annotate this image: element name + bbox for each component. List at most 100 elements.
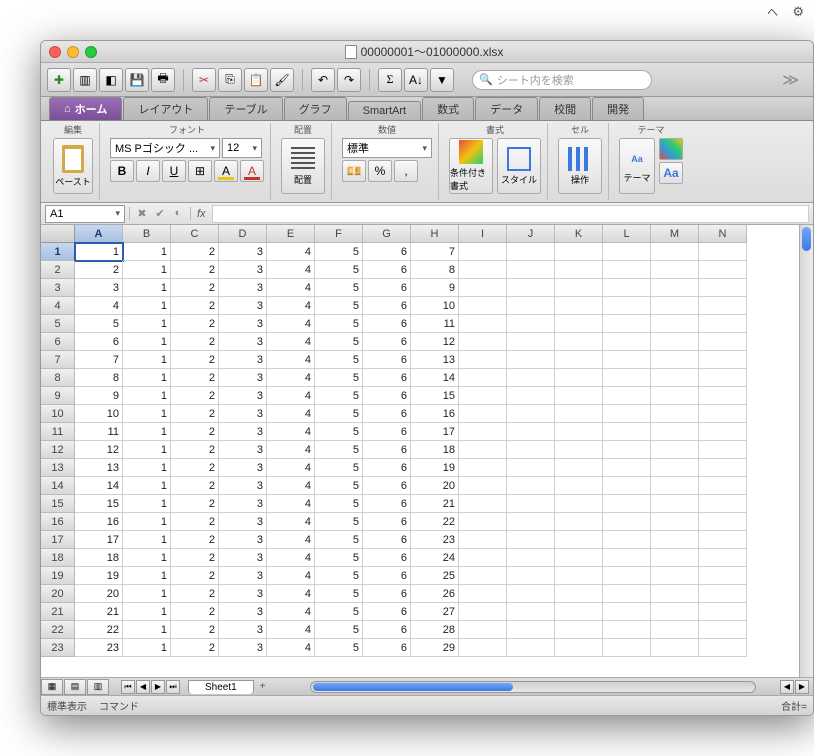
cell-F13[interactable]: 5 (315, 459, 363, 477)
row-header-3[interactable]: 3 (41, 279, 75, 297)
cell-K5[interactable] (555, 315, 603, 333)
cell-J9[interactable] (507, 387, 555, 405)
cell-K7[interactable] (555, 351, 603, 369)
cell-L9[interactable] (603, 387, 651, 405)
cell-H5[interactable]: 11 (411, 315, 459, 333)
cell-L21[interactable] (603, 603, 651, 621)
cell-D8[interactable]: 3 (219, 369, 267, 387)
row-header-17[interactable]: 17 (41, 531, 75, 549)
cell-C3[interactable]: 2 (171, 279, 219, 297)
cell-E17[interactable]: 4 (267, 531, 315, 549)
cell-G11[interactable]: 6 (363, 423, 411, 441)
cell-I5[interactable] (459, 315, 507, 333)
cell-I18[interactable] (459, 549, 507, 567)
cell-M23[interactable] (651, 639, 699, 657)
paste-button[interactable]: 📋 (244, 68, 268, 92)
cell-M5[interactable] (651, 315, 699, 333)
cell-N10[interactable] (699, 405, 747, 423)
cell-D16[interactable]: 3 (219, 513, 267, 531)
horizontal-scrollbar[interactable] (310, 681, 756, 693)
cell-J21[interactable] (507, 603, 555, 621)
cell-G4[interactable]: 6 (363, 297, 411, 315)
cell-I22[interactable] (459, 621, 507, 639)
cell-I14[interactable] (459, 477, 507, 495)
cell-F2[interactable]: 5 (315, 261, 363, 279)
paste-big-button[interactable]: ペースト (53, 138, 93, 194)
cell-K14[interactable] (555, 477, 603, 495)
cell-A9[interactable]: 9 (75, 387, 123, 405)
cell-D5[interactable]: 3 (219, 315, 267, 333)
tab-home[interactable]: ⌂ ホーム (49, 97, 122, 120)
cell-A1[interactable]: 1 (75, 243, 123, 261)
cell-G13[interactable]: 6 (363, 459, 411, 477)
row-header-23[interactable]: 23 (41, 639, 75, 657)
fill-color-button[interactable]: А (214, 160, 238, 182)
column-header-I[interactable]: I (459, 225, 507, 243)
cell-M22[interactable] (651, 621, 699, 639)
cell-J16[interactable] (507, 513, 555, 531)
cell-J22[interactable] (507, 621, 555, 639)
cell-A5[interactable]: 5 (75, 315, 123, 333)
cell-M2[interactable] (651, 261, 699, 279)
cell-A14[interactable]: 14 (75, 477, 123, 495)
cell-F9[interactable]: 5 (315, 387, 363, 405)
cell-D20[interactable]: 3 (219, 585, 267, 603)
cell-K6[interactable] (555, 333, 603, 351)
column-header-G[interactable]: G (363, 225, 411, 243)
cell-J23[interactable] (507, 639, 555, 657)
cell-I16[interactable] (459, 513, 507, 531)
filter-button[interactable]: ▼ (430, 68, 454, 92)
cell-F21[interactable]: 5 (315, 603, 363, 621)
cell-B13[interactable]: 1 (123, 459, 171, 477)
cell-B7[interactable]: 1 (123, 351, 171, 369)
cell-D6[interactable]: 3 (219, 333, 267, 351)
cell-M8[interactable] (651, 369, 699, 387)
cell-E5[interactable]: 4 (267, 315, 315, 333)
cell-E18[interactable]: 4 (267, 549, 315, 567)
bold-button[interactable]: B (110, 160, 134, 182)
cell-G9[interactable]: 6 (363, 387, 411, 405)
cell-H4[interactable]: 10 (411, 297, 459, 315)
cell-I20[interactable] (459, 585, 507, 603)
cell-C14[interactable]: 2 (171, 477, 219, 495)
cell-G2[interactable]: 6 (363, 261, 411, 279)
cell-N18[interactable] (699, 549, 747, 567)
toolbar-overflow-icon[interactable]: ≫ (782, 70, 807, 90)
cell-B8[interactable]: 1 (123, 369, 171, 387)
cell-N19[interactable] (699, 567, 747, 585)
italic-button[interactable]: I (136, 160, 160, 182)
cell-L12[interactable] (603, 441, 651, 459)
cell-D13[interactable]: 3 (219, 459, 267, 477)
cell-A8[interactable]: 8 (75, 369, 123, 387)
cell-L22[interactable] (603, 621, 651, 639)
font-color-button[interactable]: A (240, 160, 264, 182)
cell-G5[interactable]: 6 (363, 315, 411, 333)
styles-button[interactable]: スタイル (497, 138, 541, 194)
cell-J2[interactable] (507, 261, 555, 279)
cell-N16[interactable] (699, 513, 747, 531)
cell-H20[interactable]: 26 (411, 585, 459, 603)
cell-D11[interactable]: 3 (219, 423, 267, 441)
cell-M4[interactable] (651, 297, 699, 315)
conditional-format-button[interactable]: 条件付き書式 (449, 138, 493, 194)
cell-D17[interactable]: 3 (219, 531, 267, 549)
cell-E19[interactable]: 4 (267, 567, 315, 585)
cell-L6[interactable] (603, 333, 651, 351)
row-header-15[interactable]: 15 (41, 495, 75, 513)
minimize-window-button[interactable] (67, 46, 79, 58)
cell-M1[interactable] (651, 243, 699, 261)
cell-C17[interactable]: 2 (171, 531, 219, 549)
cell-E3[interactable]: 4 (267, 279, 315, 297)
row-header-5[interactable]: 5 (41, 315, 75, 333)
cell-G15[interactable]: 6 (363, 495, 411, 513)
cell-L5[interactable] (603, 315, 651, 333)
cell-I6[interactable] (459, 333, 507, 351)
cell-M20[interactable] (651, 585, 699, 603)
cell-H16[interactable]: 22 (411, 513, 459, 531)
copy-button[interactable]: ⎘ (218, 68, 242, 92)
cell-K17[interactable] (555, 531, 603, 549)
cell-N6[interactable] (699, 333, 747, 351)
cell-A18[interactable]: 18 (75, 549, 123, 567)
cell-B20[interactable]: 1 (123, 585, 171, 603)
open-button[interactable]: ▥ (73, 68, 97, 92)
